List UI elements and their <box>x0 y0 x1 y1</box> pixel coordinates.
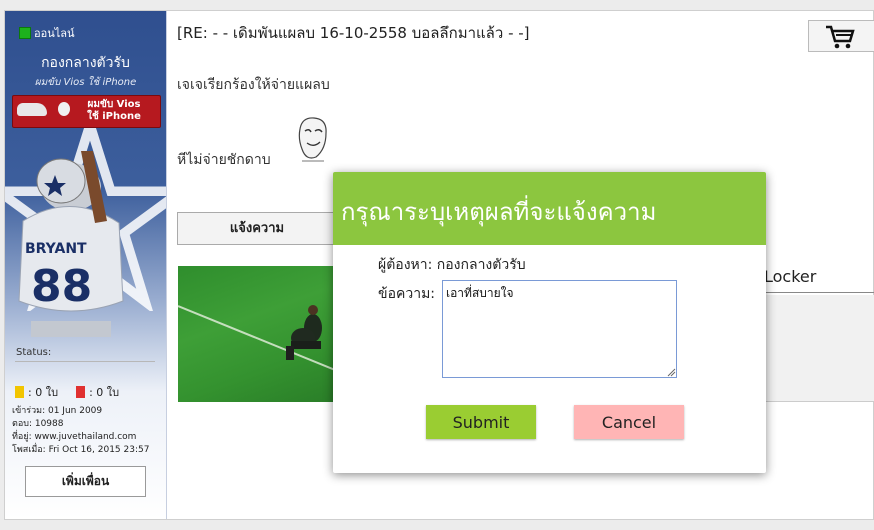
posted-date: โพสเมื่อ: Fri Oct 16, 2015 23:57 <box>12 445 150 455</box>
message-label: ข้อความ: <box>378 286 436 302</box>
meme-face-icon <box>298 117 327 162</box>
user-title: ผมขับ Vios ใช้ iPhone <box>34 77 137 88</box>
cards-row: : 0 ใบ : 0 ใบ <box>15 383 119 401</box>
reply-count: ตอบ: 10988 <box>12 419 64 429</box>
soccer-photo-icon <box>178 305 335 371</box>
modal-title: กรุณาระบุเหตุผลที่จะแจ้งความ <box>341 198 657 226</box>
profile-sidebar: ออนไลน์ กองกลางตัวรับ ผมขับ Vios ใช้ iPh… <box>5 11 167 519</box>
red-card-count: : 0 ใบ <box>89 386 120 399</box>
cart-icon <box>826 25 855 49</box>
status-label: Status: <box>16 347 52 358</box>
suspect-label: ผู้ต้องหา: กองกลางตัวรับ <box>378 257 526 273</box>
online-dot-icon <box>19 27 31 39</box>
red-card-icon <box>76 386 86 398</box>
profile-meta: เข้าร่วม: 01 Jun 2009 ตอบ: 10988 ที่อยู่… <box>12 405 149 457</box>
yellow-card-count: : 0 ใบ <box>28 386 59 399</box>
post-image <box>178 266 335 402</box>
jersey-number: 88 <box>31 261 92 312</box>
divider <box>766 292 874 293</box>
banner-line1: ผมขับ Vios <box>87 99 141 110</box>
car-icon <box>17 103 47 116</box>
cancel-button[interactable]: Cancel <box>574 405 684 439</box>
post-line-2: หีไม่จ่ายชักดาบ <box>177 152 271 168</box>
report-button[interactable]: แจ้งความ <box>177 212 337 245</box>
joined-date: เข้าร่วม: 01 Jun 2009 <box>12 406 103 416</box>
locker-text: Locker <box>764 267 817 286</box>
signature-banner[interactable]: ผมขับ Vios ใช้ iPhone <box>12 95 161 128</box>
post-title: [RE: - - เดิมพันแผลบ 16-10-2558 บอลลึกมา… <box>177 24 530 42</box>
apple-icon <box>58 102 70 116</box>
online-label: ออนไลน์ <box>34 27 75 40</box>
post-line-1: เจเจเรียกร้องให้จ่ายแผลบ <box>177 77 330 93</box>
message-textarea[interactable]: เอาที่สบายใจ <box>442 280 677 378</box>
resize-grip-icon[interactable] <box>667 368 676 377</box>
add-friend-button[interactable]: เพิ่มเพื่อน <box>25 466 146 497</box>
avatar: BRYANT 88 <box>18 151 124 337</box>
jersey-name: BRYANT <box>25 241 87 257</box>
username[interactable]: กองกลางตัวรับ <box>5 52 166 74</box>
location: ที่อยู่: www.juvethailand.com <box>12 432 137 442</box>
report-modal: กรุณาระบุเหตุผลที่จะแจ้งความ ผู้ต้องหา: … <box>333 172 766 473</box>
online-status: ออนไลน์ <box>19 24 75 42</box>
modal-header: กรุณาระบุเหตุผลที่จะแจ้งความ <box>333 172 766 245</box>
yellow-card-icon <box>15 386 24 398</box>
cart-button[interactable] <box>808 20 874 52</box>
right-panel <box>766 295 874 402</box>
divider <box>15 361 155 362</box>
banner-line2: ใช้ iPhone <box>87 111 141 122</box>
submit-button[interactable]: Submit <box>426 405 536 439</box>
